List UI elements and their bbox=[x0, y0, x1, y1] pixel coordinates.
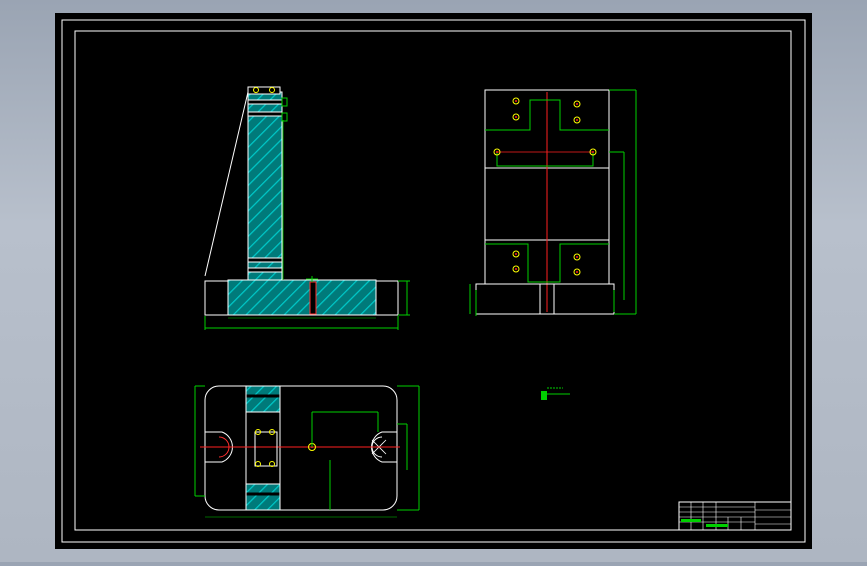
slot-bottom-1 bbox=[247, 257, 283, 263]
plan-wall-bottom bbox=[245, 483, 281, 511]
center-bolt bbox=[309, 281, 317, 315]
base-left-end bbox=[204, 280, 229, 316]
plan-section-view[interactable] bbox=[194, 385, 420, 518]
base-right-end bbox=[375, 280, 399, 316]
slot-bottom-2 bbox=[247, 267, 283, 273]
cad-viewport[interactable] bbox=[0, 0, 867, 562]
top-view-base bbox=[475, 283, 615, 315]
top-lug bbox=[247, 86, 281, 95]
cad-drawing-canvas bbox=[55, 13, 812, 549]
slot-top-1 bbox=[247, 99, 283, 105]
plan-outline bbox=[204, 385, 398, 511]
plan-wall-top bbox=[245, 385, 281, 413]
base-section bbox=[227, 279, 377, 316]
slot-top-2 bbox=[247, 111, 283, 117]
title-block[interactable] bbox=[678, 501, 792, 531]
vertical-wall-section bbox=[247, 91, 283, 281]
drawing-sheet bbox=[55, 13, 812, 549]
